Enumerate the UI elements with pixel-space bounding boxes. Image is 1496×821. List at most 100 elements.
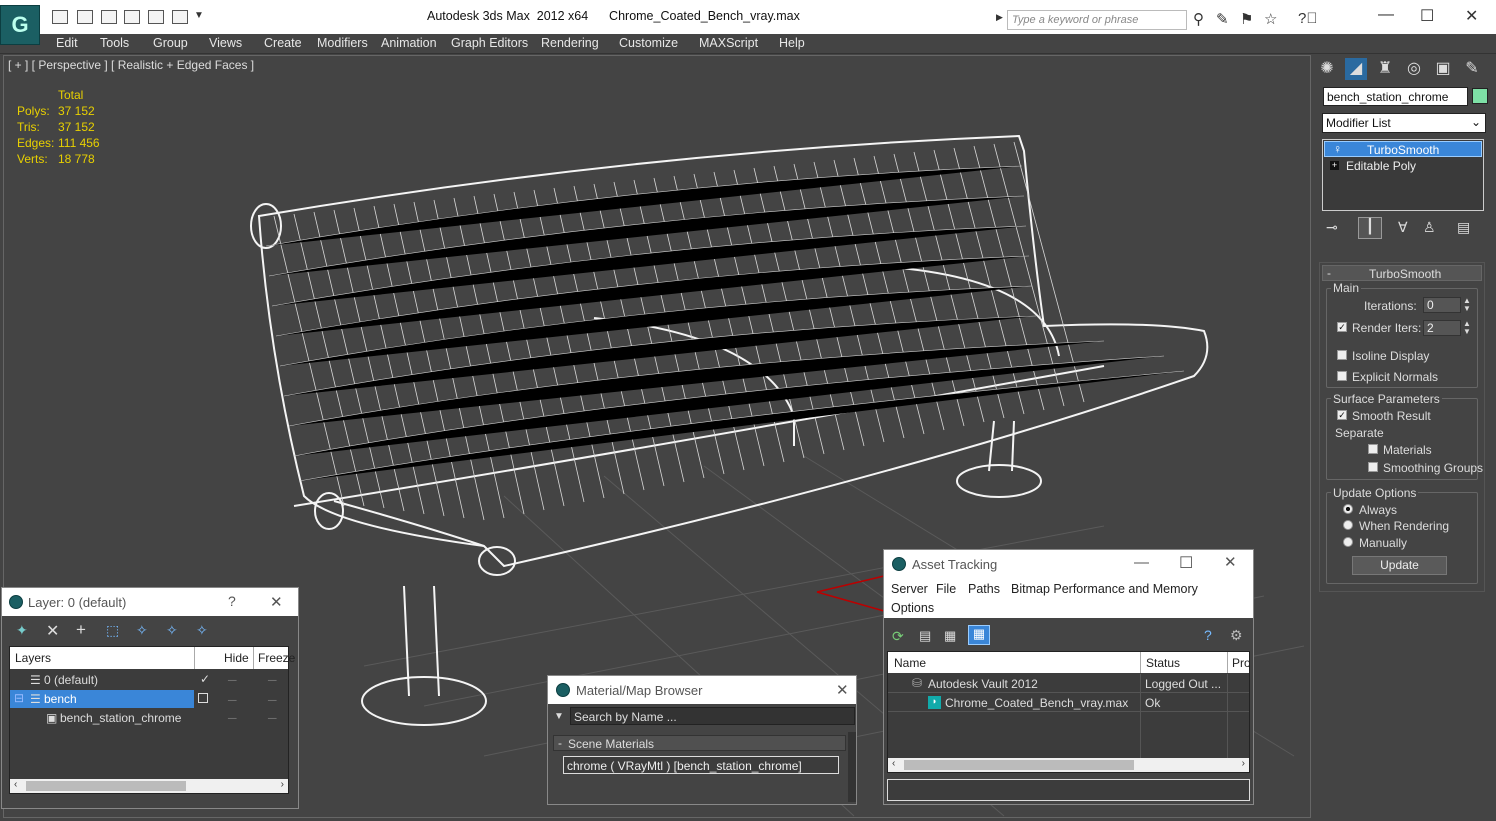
menu-graph-editors[interactable]: Graph Editors [451, 36, 528, 50]
layer-row-bench-station-chrome[interactable]: ▣ bench_station_chrome ─ ─ [10, 709, 288, 727]
hierarchy-tab-icon[interactable]: ♜ [1374, 58, 1396, 80]
hide-toggle[interactable]: ─ [228, 673, 237, 687]
iterations-spinner[interactable]: ▲ ▼ [1463, 297, 1471, 313]
hold-icon[interactable] [148, 10, 164, 24]
menu-bitmap-performance[interactable]: Bitmap Performance and Memory [1011, 582, 1198, 596]
hide-toggle[interactable]: ─ [228, 693, 237, 707]
menu-group[interactable]: Group [153, 36, 188, 50]
layer-window-titlebar[interactable]: Layer: 0 (default) ? ✕ [2, 588, 298, 616]
column-header-freeze[interactable]: Freeze [258, 651, 295, 665]
smooth-result-checkbox[interactable]: ✓ [1337, 410, 1347, 420]
list-view-icon[interactable]: ▤ [919, 628, 931, 644]
add-to-layer-icon[interactable]: + [76, 620, 86, 640]
minimize-button[interactable]: — [1378, 6, 1394, 24]
app-logo-icon[interactable]: G [0, 5, 40, 45]
asset-path-field[interactable] [887, 779, 1250, 801]
select-objects-in-layer-icon[interactable]: ⬚ [106, 622, 119, 639]
isoline-display-checkbox[interactable] [1337, 350, 1347, 360]
update-button[interactable]: Update [1352, 556, 1447, 575]
render-iters-input[interactable]: 2 [1423, 320, 1461, 336]
column-header-pro[interactable]: Pro [1232, 656, 1249, 670]
menu-animation[interactable]: Animation [381, 36, 437, 50]
vault-help-icon[interactable]: ? [1204, 627, 1212, 643]
help-icon[interactable]: ?⃝ [1298, 10, 1318, 27]
menu-modifiers[interactable]: Modifiers [317, 36, 368, 50]
menu-create[interactable]: Create [264, 36, 302, 50]
menu-views[interactable]: Views [209, 36, 242, 50]
column-header-layers[interactable]: Layers [15, 651, 51, 665]
render-iters-spinner[interactable]: ▲ ▼ [1463, 320, 1471, 336]
search-expand-icon[interactable]: ▶ [996, 12, 1003, 23]
lightbulb-icon[interactable]: ♀ [1333, 142, 1342, 156]
fetch-icon[interactable] [172, 10, 188, 24]
horizontal-scrollbar[interactable]: ‹ › [10, 779, 288, 793]
render-iters-checkbox[interactable]: ✓ [1337, 322, 1347, 332]
layer-row-bench[interactable]: ⊟ ☰ bench [10, 690, 194, 708]
delete-layer-icon[interactable]: ✕ [46, 621, 59, 641]
expand-plus-icon[interactable]: + [1330, 161, 1339, 170]
menu-edit[interactable]: Edit [56, 36, 78, 50]
menu-customize[interactable]: Customize [619, 36, 678, 50]
redo-icon[interactable] [124, 10, 140, 24]
undo-icon[interactable] [101, 10, 117, 24]
separate-materials-checkbox[interactable] [1368, 444, 1378, 454]
save-icon[interactable] [77, 10, 93, 24]
material-browser-titlebar[interactable]: Material/Map Browser ✕ [548, 676, 856, 704]
motion-tab-icon[interactable]: ◎ [1403, 58, 1425, 80]
hide-unhide-all-icon[interactable]: ✧ [166, 622, 178, 639]
stack-item-editable-poly[interactable]: + Editable Poly [1324, 158, 1482, 174]
new-file-icon[interactable] [52, 10, 68, 24]
asset-row-vault[interactable]: ⛁ Autodesk Vault 2012 Logged Out ... [888, 675, 1249, 693]
menu-rendering[interactable]: Rendering [541, 36, 599, 50]
create-layer-icon[interactable]: ✦ [16, 622, 28, 639]
menu-file[interactable]: File [936, 582, 956, 596]
iterations-input[interactable]: 0 [1423, 297, 1461, 313]
material-browser-close-button[interactable]: ✕ [836, 681, 849, 699]
current-layer-check-icon[interactable]: ✓ [200, 672, 210, 686]
menu-tools[interactable]: Tools [100, 36, 129, 50]
create-tab-icon[interactable]: ✺ [1316, 58, 1338, 80]
update-when-rendering-radio[interactable] [1343, 520, 1353, 530]
explicit-normals-checkbox[interactable] [1337, 371, 1347, 381]
help-button[interactable]: ? [228, 593, 236, 609]
menu-paths[interactable]: Paths [968, 582, 1000, 596]
object-name-field[interactable]: bench_station_chrome [1323, 87, 1468, 106]
layer-window-close-button[interactable]: ✕ [270, 593, 283, 611]
freeze-toggle[interactable]: ─ [268, 711, 277, 725]
close-button[interactable]: ✕ [1465, 6, 1478, 26]
scene-materials-section[interactable]: - Scene Materials [553, 735, 846, 751]
highlight-selected-layer-icon[interactable]: ✧ [136, 622, 148, 639]
make-unique-icon[interactable]: ∀ [1398, 219, 1408, 236]
menu-maxscript[interactable]: MAXScript [699, 36, 758, 50]
menu-server[interactable]: Server [891, 582, 928, 596]
maximize-button[interactable]: ☐ [1420, 6, 1434, 26]
search-input[interactable]: Type a keyword or phrase [1007, 10, 1187, 30]
configure-modifier-sets-icon[interactable]: ▤ [1457, 219, 1470, 236]
object-color-swatch[interactable] [1472, 88, 1488, 104]
favorites-star-icon[interactable]: ☆ [1264, 10, 1277, 28]
stack-item-turbosmooth[interactable]: ♀ TurboSmooth [1324, 141, 1482, 157]
asset-tracking-close-button[interactable]: ✕ [1224, 553, 1237, 571]
remove-modifier-icon[interactable]: ♙ [1423, 219, 1436, 236]
utilities-tab-icon[interactable]: ✎ [1461, 58, 1483, 80]
communication-center-icon[interactable]: ✎ [1216, 10, 1229, 28]
browser-options-chevron-down-icon[interactable]: ▼ [554, 711, 564, 722]
viewport-label[interactable]: [ + ] [ Perspective ] [ Realistic + Edge… [8, 58, 254, 72]
tree-view-icon[interactable]: ▦ [944, 628, 956, 644]
asset-horizontal-scrollbar[interactable]: ‹ › [888, 758, 1249, 772]
modifier-list-dropdown[interactable]: Modifier List ⌄ [1322, 113, 1486, 133]
refresh-icon[interactable]: ⟳ [892, 628, 904, 645]
show-end-result-icon[interactable]: ┃ [1358, 217, 1382, 239]
vertical-scrollbar[interactable] [848, 732, 856, 802]
column-header-name[interactable]: Name [894, 656, 926, 670]
pin-stack-icon[interactable]: ⊸ [1326, 219, 1338, 236]
layer-row-default[interactable]: ☰ 0 (default) ✓ ─ ─ [10, 671, 288, 689]
binoculars-icon[interactable]: ⚲ [1193, 10, 1204, 28]
material-search-input[interactable]: Search by Name ... [570, 707, 855, 725]
material-item[interactable]: chrome ( VRayMtl ) [bench_station_chrome… [563, 756, 839, 774]
asset-row-max-file[interactable]: ◗ Chrome_Coated_Bench_vray.max Ok [888, 694, 1249, 712]
quick-access-dropdown-icon[interactable]: ▼ [194, 10, 204, 21]
separate-smoothing-groups-checkbox[interactable] [1368, 462, 1378, 472]
freeze-toggle[interactable]: ─ [268, 673, 277, 687]
current-layer-box[interactable] [198, 693, 208, 703]
